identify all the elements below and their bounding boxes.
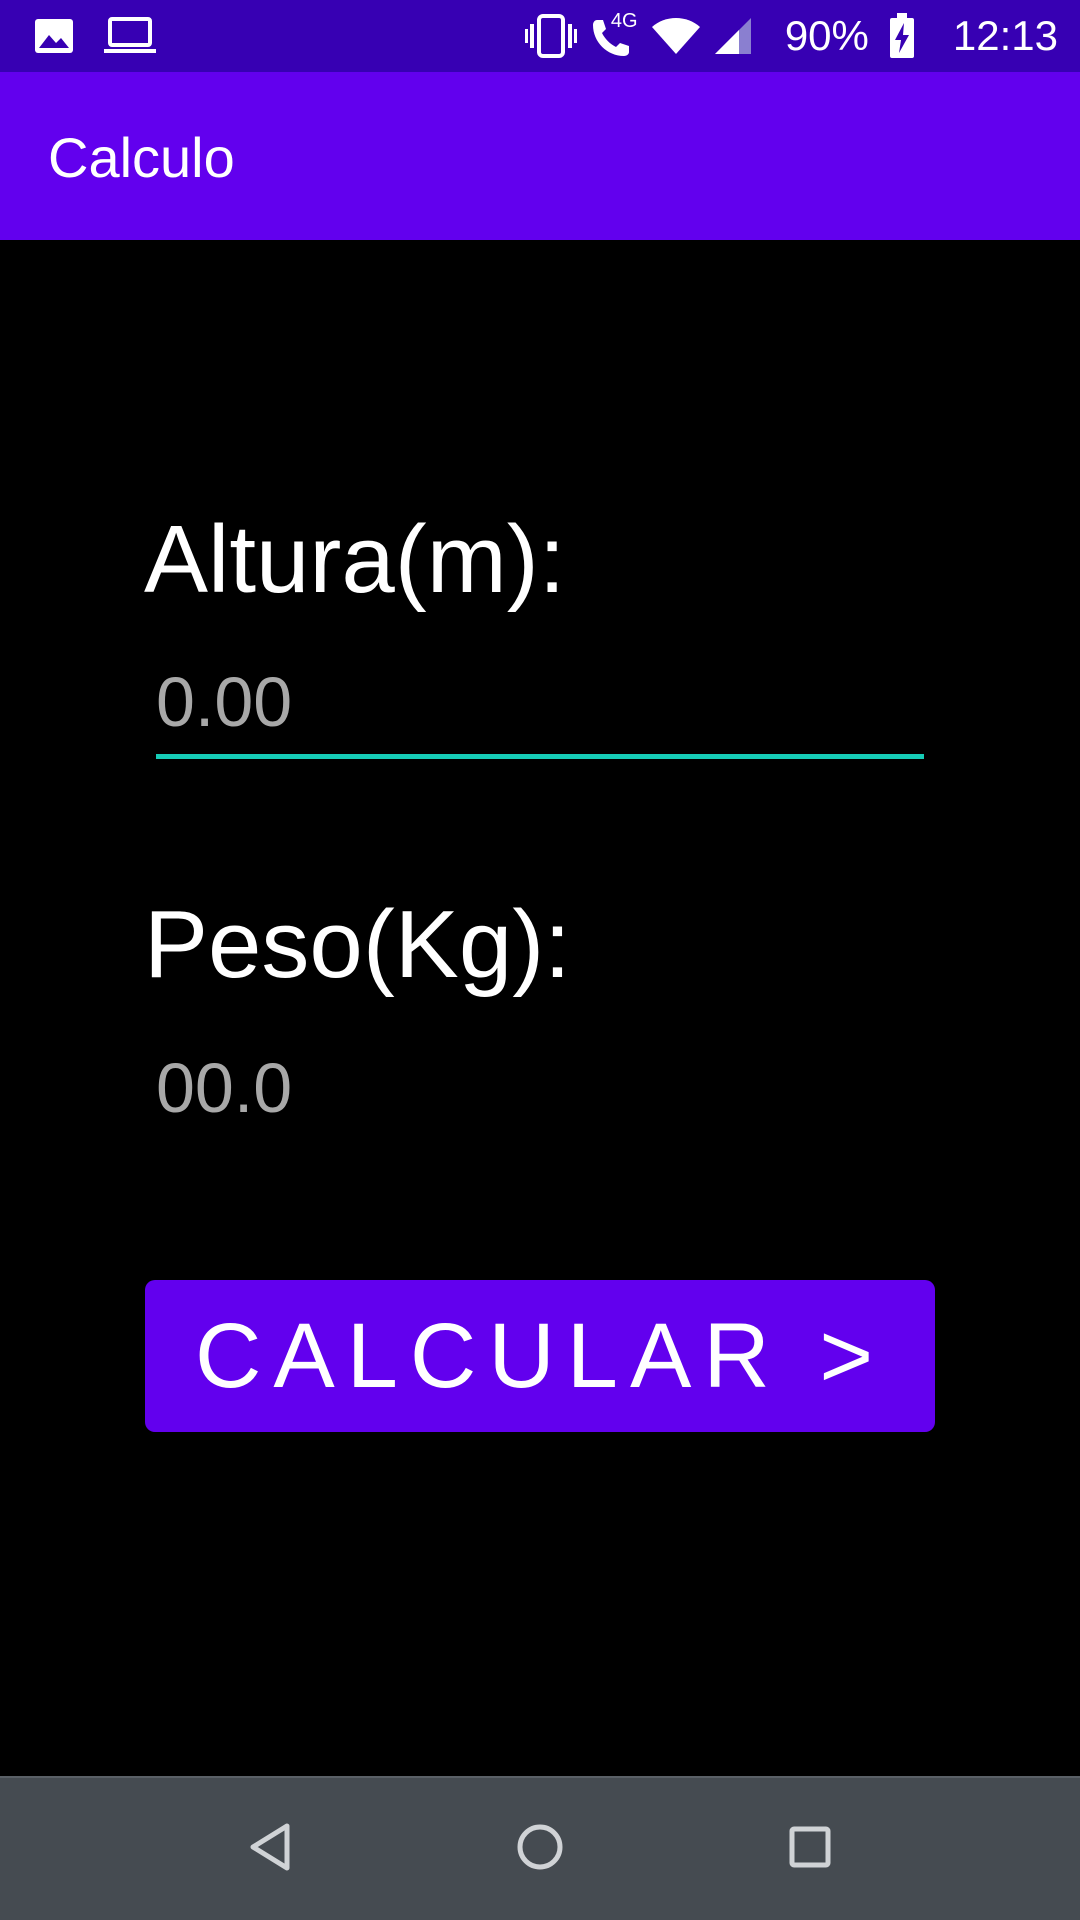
navigation-bar: [0, 1776, 1080, 1920]
battery-percent: 90%: [784, 12, 869, 59]
altura-label: Altura(m):: [144, 506, 566, 613]
image-icon: [34, 18, 74, 54]
app-bar: Calculo: [0, 72, 1080, 240]
status-bar: 4G 90% 12:13: [0, 0, 1080, 72]
back-button[interactable]: [198, 1778, 342, 1920]
status-left-icons: [34, 14, 156, 58]
network-type-label: 4G: [610, 10, 638, 32]
peso-label: Peso(Kg):: [144, 891, 571, 998]
altura-input-underline: [156, 754, 924, 759]
battery-charging-icon: [889, 13, 915, 59]
recents-button[interactable]: [738, 1778, 882, 1920]
clock: 12:13: [952, 12, 1058, 59]
vibrate-icon: [524, 13, 577, 59]
recents-icon: [788, 1825, 832, 1874]
app-title: Calculo: [48, 126, 235, 189]
signal-icon: [713, 16, 753, 56]
altura-input[interactable]: [156, 660, 924, 744]
calcular-button[interactable]: CALCULAR >: [145, 1280, 935, 1432]
peso-input[interactable]: [156, 1046, 924, 1130]
app-screen: 4G 90% 12:13 Calculo Altura(m): 0.00 Pes…: [0, 0, 1080, 1920]
back-icon: [247, 1822, 293, 1877]
wifi-calling-icon: 4G: [589, 10, 639, 62]
home-icon: [515, 1822, 565, 1877]
home-button[interactable]: [468, 1778, 612, 1920]
status-right-icons: 4G 90% 12:13: [524, 10, 1058, 62]
laptop-icon: [104, 17, 156, 55]
calcular-button-label: CALCULAR >: [194, 1304, 886, 1407]
wifi-icon: [651, 16, 701, 56]
